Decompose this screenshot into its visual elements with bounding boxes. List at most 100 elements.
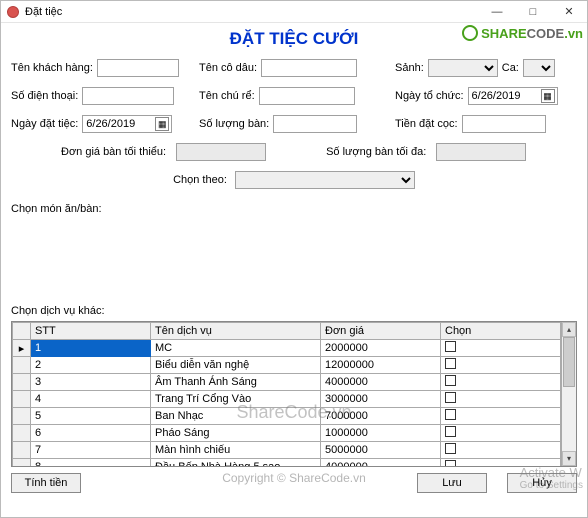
cell-stt[interactable]: 6 (31, 425, 151, 442)
calendar-icon: ▦ (541, 89, 555, 103)
label-ca: Ca: (502, 62, 519, 74)
close-button[interactable]: ✕ (551, 1, 587, 23)
table-row[interactable]: 5Ban Nhạc7000000 (13, 408, 561, 425)
huy-button[interactable]: Hủy (507, 473, 577, 493)
table-row[interactable]: 3Âm Thanh Ánh Sáng4000000 (13, 374, 561, 391)
chon-theo-select[interactable] (235, 171, 415, 189)
cell-don-gia[interactable]: 7000000 (321, 408, 441, 425)
label-chon-theo: Chọn theo: (173, 174, 227, 186)
sharecode-logo-watermark: SHARECODE.vn (462, 25, 583, 41)
table-row[interactable]: 6Pháo Sáng1000000 (13, 425, 561, 442)
cell-ten-dich-vu[interactable]: Đầu Bếp Nhà Hàng 5 sao (151, 459, 321, 467)
ten-khach-hang-input[interactable] (97, 59, 179, 77)
cell-don-gia[interactable]: 5000000 (321, 442, 441, 459)
cell-don-gia[interactable]: 4000000 (321, 374, 441, 391)
label-so-luong-ban: Số lượng bàn: (199, 118, 269, 130)
cell-chon[interactable] (441, 391, 561, 408)
scroll-down-icon[interactable]: ▾ (562, 451, 576, 466)
cell-don-gia[interactable]: 12000000 (321, 357, 441, 374)
minimize-button[interactable]: — (479, 1, 515, 23)
ngay-to-chuc-datepicker[interactable]: 6/26/2019 ▦ (468, 87, 558, 105)
table-row[interactable]: 4Trang Trí Cổng Vào3000000 (13, 391, 561, 408)
checkbox-icon[interactable] (445, 443, 456, 454)
scroll-up-icon[interactable]: ▴ (562, 322, 576, 337)
cell-stt[interactable]: 3 (31, 374, 151, 391)
tinh-tien-button[interactable]: Tính tiền (11, 473, 81, 493)
cell-ten-dich-vu[interactable]: Ban Nhạc (151, 408, 321, 425)
cell-chon[interactable] (441, 357, 561, 374)
cell-don-gia[interactable]: 2000000 (321, 340, 441, 357)
maximize-button[interactable]: □ (515, 1, 551, 23)
so-dien-thoai-input[interactable] (82, 87, 174, 105)
title-bar: Đặt tiệc — □ ✕ (1, 1, 587, 23)
checkbox-icon[interactable] (445, 358, 456, 369)
cell-stt[interactable]: 7 (31, 442, 151, 459)
row-selector (13, 391, 31, 408)
cell-don-gia[interactable]: 3000000 (321, 391, 441, 408)
cell-ten-dich-vu[interactable]: MC (151, 340, 321, 357)
checkbox-icon[interactable] (445, 341, 456, 352)
col-don-gia[interactable]: Đơn giá (321, 323, 441, 340)
cell-stt[interactable]: 1 (31, 340, 151, 357)
row-header-blank (13, 323, 31, 340)
cell-chon[interactable] (441, 459, 561, 467)
recycle-icon (462, 25, 478, 41)
cell-chon[interactable] (441, 340, 561, 357)
label-sanh: Sảnh: (395, 62, 424, 74)
col-chon[interactable]: Chọn (441, 323, 561, 340)
label-ten-chu-re: Tên chú rể: (199, 90, 255, 102)
cell-ten-dich-vu[interactable]: Trang Trí Cổng Vào (151, 391, 321, 408)
cell-ten-dich-vu[interactable]: Pháo Sáng (151, 425, 321, 442)
checkbox-icon[interactable] (445, 460, 456, 466)
ngay-dat-tiec-datepicker[interactable]: 6/26/2019 ▦ (82, 115, 172, 133)
don-gia-ban-toi-thieu-input (176, 143, 266, 161)
sanh-select[interactable] (428, 59, 498, 77)
checkbox-icon[interactable] (445, 409, 456, 420)
checkbox-icon[interactable] (445, 392, 456, 403)
cell-stt[interactable]: 5 (31, 408, 151, 425)
so-luong-ban-input[interactable] (273, 115, 357, 133)
row-selector: ▸ (13, 340, 31, 357)
luu-button[interactable]: Lưu (417, 473, 487, 493)
table-row[interactable]: 2Biểu diễn văn nghệ12000000 (13, 357, 561, 374)
row-selector (13, 374, 31, 391)
so-luong-ban-toi-da-input (436, 143, 526, 161)
cell-ten-dich-vu[interactable]: Âm Thanh Ánh Sáng (151, 374, 321, 391)
cell-stt[interactable]: 2 (31, 357, 151, 374)
cell-stt[interactable]: 4 (31, 391, 151, 408)
col-stt[interactable]: STT (31, 323, 151, 340)
table-row[interactable]: ▸1MC2000000 (13, 340, 561, 357)
cell-don-gia[interactable]: 4000000 (321, 459, 441, 467)
col-ten-dich-vu[interactable]: Tên dịch vụ (151, 323, 321, 340)
label-ngay-to-chuc: Ngày tổ chức: (395, 90, 464, 102)
ten-chu-re-input[interactable] (259, 87, 355, 105)
tien-dat-coc-input[interactable] (462, 115, 546, 133)
dich-vu-grid[interactable]: STT Tên dịch vụ Đơn giá Chọn ▸1MC2000000… (11, 321, 577, 467)
label-so-luong-ban-toi-da: Số lượng bàn tối đa: (326, 146, 426, 158)
cell-chon[interactable] (441, 442, 561, 459)
cell-chon[interactable] (441, 425, 561, 442)
label-ngay-dat-tiec: Ngày đặt tiệc: (11, 118, 78, 130)
cell-chon[interactable] (441, 374, 561, 391)
row-selector (13, 442, 31, 459)
label-tien-dat-coc: Tiền đặt cọc: (395, 118, 458, 130)
ten-co-dau-input[interactable] (261, 59, 357, 77)
cell-ten-dich-vu[interactable]: Biểu diễn văn nghệ (151, 357, 321, 374)
grid-scrollbar[interactable]: ▴ ▾ (561, 322, 576, 466)
row-selector (13, 408, 31, 425)
checkbox-icon[interactable] (445, 426, 456, 437)
table-row[interactable]: 8Đầu Bếp Nhà Hàng 5 sao4000000 (13, 459, 561, 467)
checkbox-icon[interactable] (445, 375, 456, 386)
cell-stt[interactable]: 8 (31, 459, 151, 467)
row-selector (13, 357, 31, 374)
table-row[interactable]: 7Màn hình chiếu5000000 (13, 442, 561, 459)
ca-select[interactable] (523, 59, 555, 77)
label-ten-khach-hang: Tên khách hàng: (11, 62, 93, 74)
label-chon-mon-an-ban: Chọn món ăn/bàn: (11, 203, 577, 215)
scroll-thumb[interactable] (563, 337, 575, 387)
calendar-icon: ▦ (155, 117, 169, 131)
cell-don-gia[interactable]: 1000000 (321, 425, 441, 442)
cell-ten-dich-vu[interactable]: Màn hình chiếu (151, 442, 321, 459)
window-title: Đặt tiệc (25, 6, 62, 18)
cell-chon[interactable] (441, 408, 561, 425)
